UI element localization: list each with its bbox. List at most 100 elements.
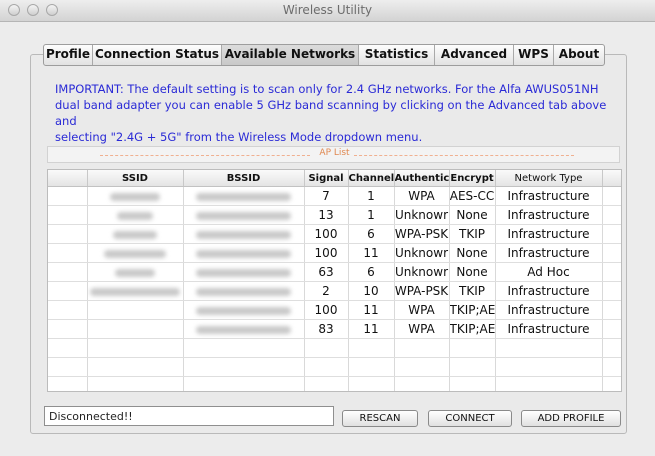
column-header-select[interactable]	[48, 170, 88, 187]
tab-available-networks[interactable]: Available Networks	[222, 45, 359, 65]
notice-line: IMPORTANT: The default setting is to sca…	[55, 82, 599, 96]
network-type-cell: Infrastructure	[495, 186, 603, 206]
signal-cell: 7	[304, 186, 349, 206]
bssid-cell-redacted	[183, 319, 305, 339]
ssid-cell-redacted	[87, 186, 184, 206]
encrypt-cell: None	[449, 243, 496, 263]
network-type-cell: Infrastructure	[495, 300, 603, 320]
network-type-cell: Infrastructure	[495, 319, 603, 339]
auth-cell: WPA-PSK	[394, 224, 450, 244]
notice-line: selecting "2.4G + 5G" from the Wireless …	[55, 130, 423, 144]
table-row[interactable]: 83 11 WPA TKIP;AE Infrastructure	[48, 319, 621, 339]
auth-cell: Unknowr	[394, 243, 450, 263]
encrypt-cell: TKIP	[449, 224, 496, 244]
table-row[interactable]: 100 11 Unknowr None Infrastructure	[48, 243, 621, 263]
row-select-cell	[48, 319, 88, 339]
signal-cell: 100	[304, 224, 349, 244]
row-select-cell	[48, 243, 88, 263]
empty-row	[48, 338, 621, 358]
tab-about[interactable]: About	[554, 45, 604, 65]
encrypt-cell: None	[449, 205, 496, 225]
tab-bar: Profile Connection Status Available Netw…	[43, 44, 605, 66]
column-header-bssid[interactable]: BSSID	[183, 170, 305, 187]
ssid-cell-redacted	[87, 281, 184, 301]
ssid-cell	[87, 319, 184, 339]
column-header-channel[interactable]: Channel	[348, 170, 395, 187]
channel-cell: 1	[348, 205, 395, 225]
empty-row	[48, 376, 621, 391]
table-row[interactable]: 100 11 WPA TKIP;AE Infrastructure	[48, 300, 621, 320]
auth-cell: Unknowr	[394, 262, 450, 282]
encrypt-cell: TKIP;AE	[449, 300, 496, 320]
bssid-cell-redacted	[183, 186, 305, 206]
signal-cell: 13	[304, 205, 349, 225]
band-scan-notice: IMPORTANT: The default setting is to sca…	[55, 81, 630, 145]
table-row[interactable]: 7 1 WPA AES-CC Infrastructure	[48, 186, 621, 206]
connect-button[interactable]: CONNECT	[428, 410, 512, 427]
rescan-button[interactable]: RESCAN	[342, 410, 418, 427]
encrypt-cell: None	[449, 262, 496, 282]
filler-cell	[602, 224, 621, 244]
channel-cell: 11	[348, 243, 395, 263]
row-select-cell	[48, 224, 88, 244]
tab-statistics[interactable]: Statistics	[359, 45, 435, 65]
row-select-cell	[48, 300, 88, 320]
channel-cell: 11	[348, 300, 395, 320]
wireless-utility-window: Wireless Utility Profile Connection Stat…	[0, 0, 655, 456]
table-row[interactable]: 63 6 Unknowr None Ad Hoc	[48, 262, 621, 282]
table-row[interactable]: 2 10 WPA-PSK TKIP Infrastructure	[48, 281, 621, 301]
network-type-cell: Infrastructure	[495, 281, 603, 301]
auth-cell: WPA	[394, 300, 450, 320]
row-select-cell	[48, 186, 88, 206]
column-header-filler	[602, 170, 621, 187]
bssid-cell-redacted	[183, 243, 305, 263]
row-select-cell	[48, 205, 88, 225]
network-type-cell: Infrastructure	[495, 224, 603, 244]
tab-advanced[interactable]: Advanced	[435, 45, 514, 65]
channel-cell: 1	[348, 186, 395, 206]
auth-cell: Unknowr	[394, 205, 450, 225]
notice-line: dual band adapter you can enable 5 GHz b…	[55, 98, 607, 128]
table-header-row: SSID BSSID Signal Channel Authentic Encr…	[48, 170, 621, 187]
filler-cell	[602, 300, 621, 320]
column-header-network-type[interactable]: Network Type	[495, 170, 603, 187]
bssid-cell-redacted	[183, 205, 305, 225]
filler-cell	[602, 205, 621, 225]
auth-cell: WPA	[394, 319, 450, 339]
connection-status-field: Disconnected!!	[44, 406, 334, 426]
encrypt-cell: AES-CC	[449, 186, 496, 206]
network-type-cell: Ad Hoc	[495, 262, 603, 282]
empty-row	[48, 357, 621, 377]
bssid-cell-redacted	[183, 224, 305, 244]
tab-connection-status[interactable]: Connection Status	[93, 45, 222, 65]
column-header-authentication[interactable]: Authentic	[394, 170, 450, 187]
ap-list-label: AP List	[319, 148, 350, 158]
encrypt-cell: TKIP	[449, 281, 496, 301]
network-type-cell: Infrastructure	[495, 205, 603, 225]
ap-list-table[interactable]: SSID BSSID Signal Channel Authentic Encr…	[47, 169, 622, 392]
row-select-cell	[48, 262, 88, 282]
ssid-cell-redacted	[87, 262, 184, 282]
title-bar: Wireless Utility	[0, 0, 655, 22]
table-row[interactable]: 13 1 Unknowr None Infrastructure	[48, 205, 621, 225]
signal-cell: 83	[304, 319, 349, 339]
table-row[interactable]: 100 6 WPA-PSK TKIP Infrastructure	[48, 224, 621, 244]
signal-cell: 2	[304, 281, 349, 301]
network-type-cell: Infrastructure	[495, 243, 603, 263]
tab-profile[interactable]: Profile	[44, 45, 93, 65]
signal-cell: 100	[304, 243, 349, 263]
ssid-cell	[87, 300, 184, 320]
tab-wps[interactable]: WPS	[514, 45, 554, 65]
column-header-ssid[interactable]: SSID	[87, 170, 184, 187]
add-profile-button[interactable]: ADD PROFILE	[521, 410, 621, 427]
signal-cell: 100	[304, 300, 349, 320]
encrypt-cell: TKIP;AE	[449, 319, 496, 339]
column-header-signal[interactable]: Signal	[304, 170, 349, 187]
channel-cell: 6	[348, 262, 395, 282]
channel-cell: 6	[348, 224, 395, 244]
bssid-cell-redacted	[183, 300, 305, 320]
auth-cell: WPA-PSK	[394, 281, 450, 301]
ap-list-header: AP List	[47, 146, 620, 163]
row-select-cell	[48, 281, 88, 301]
column-header-encryption[interactable]: Encrypt	[449, 170, 496, 187]
